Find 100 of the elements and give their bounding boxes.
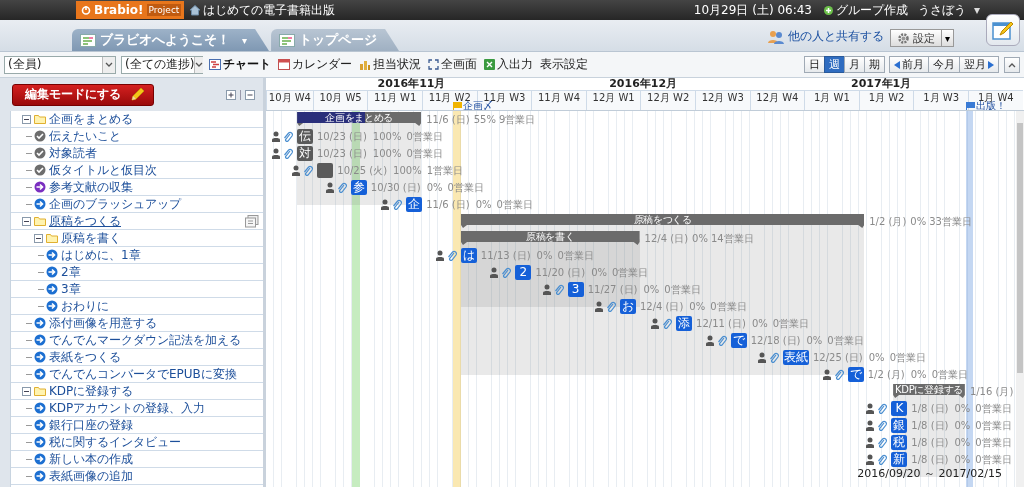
settings-dropdown-button[interactable]: ▾ [942, 29, 954, 47]
view-link[interactable]: チャート [208, 55, 272, 74]
week-label: 11月 W4 [531, 90, 586, 110]
view-link[interactable]: 表示設定 [539, 55, 589, 74]
task-marker[interactable]: K [891, 401, 908, 416]
collapse-icon[interactable] [22, 216, 31, 226]
due-date: 1/8 (日) [911, 435, 949, 450]
share-link[interactable]: 他の人と共有する [767, 28, 884, 45]
due-date: 11/27 (日) [587, 282, 638, 297]
edit-mode-button[interactable]: 編集モードにする [12, 83, 154, 106]
arrow-circle-icon [34, 470, 46, 482]
power-icon [81, 5, 91, 15]
task-name[interactable]: 3章 [61, 280, 81, 298]
task-name[interactable]: 添付画像を用意する [49, 314, 157, 332]
user-menu[interactable]: うさぼう [917, 1, 966, 19]
month-nav-button[interactable]: 今月 [928, 56, 960, 73]
task-name[interactable]: でんでんマークダウン記法を加える [49, 331, 241, 349]
task-name[interactable]: 仮タイトルと仮目次 [49, 161, 157, 179]
view-link[interactable]: 入出力 [483, 55, 534, 74]
task-name[interactable]: 新しい本の作成 [49, 450, 133, 468]
paperclip-icon [877, 403, 888, 414]
paperclip-icon [446, 250, 457, 261]
summary-bar[interactable]: 原稿をつくる [461, 214, 865, 228]
scale-button[interactable]: 期 [864, 56, 885, 73]
task-marker[interactable]: 参 [350, 180, 367, 195]
task-marker[interactable]: で [847, 367, 864, 382]
filter-dropdown[interactable]: (全員) [4, 55, 116, 74]
scale-button[interactable]: 月 [844, 56, 865, 73]
logo-subtext: Project [146, 4, 182, 16]
due-date: 10/25 (火) [337, 163, 388, 178]
task-marker[interactable]: お [619, 299, 636, 314]
week-label: 12月 W4 [749, 90, 805, 110]
progress-percent: 100% [393, 165, 422, 176]
task-name[interactable]: 参考文献の収集 [49, 178, 133, 196]
task-marker[interactable]: 新 [891, 452, 908, 467]
workdays: 0営業日 [975, 418, 1012, 433]
due-date: 12/11 (日) [696, 316, 746, 331]
summary-bar[interactable]: 原稿を書く [461, 231, 640, 245]
summary-bar[interactable]: KDPに登録する [893, 384, 965, 398]
task-marker[interactable]: 添 [676, 316, 693, 331]
task-marker[interactable]: は [460, 248, 477, 263]
scale-button[interactable]: 日 [804, 56, 825, 73]
due-date: 11/13 (日) [480, 248, 531, 263]
task-marker[interactable] [317, 163, 334, 178]
collapse-icon[interactable] [22, 386, 31, 396]
task-name[interactable]: 表紙をつくる [49, 348, 121, 366]
due-date: 1/2 (月) [867, 367, 905, 382]
arrow-circle-icon [34, 419, 46, 431]
task-marker[interactable]: 伝 [297, 129, 313, 144]
task-name[interactable]: おわりに [61, 297, 109, 315]
group-name[interactable]: KDPに登録する [49, 382, 134, 400]
progress-percent: 0% [536, 250, 553, 261]
view-link[interactable]: 担当状況 [358, 55, 422, 74]
view-link[interactable]: 全画面 [427, 55, 478, 74]
expand-all-icon[interactable] [226, 89, 236, 100]
task-name[interactable]: 2章 [61, 263, 81, 281]
collapse-icon[interactable] [22, 114, 31, 124]
task-marker[interactable]: 2 [515, 265, 532, 280]
settings-button[interactable]: 設定 [890, 29, 942, 47]
project-link[interactable]: はじめての電子書籍出版 [189, 1, 336, 19]
scale-button[interactable]: 週 [824, 56, 845, 73]
task-name[interactable]: 対象読者 [49, 144, 97, 162]
task-name[interactable]: 税に関するインタビュー [49, 433, 181, 451]
collapse-icon[interactable] [34, 233, 43, 243]
workdays: 0営業日 [612, 265, 649, 280]
task-marker[interactable]: 税 [891, 435, 908, 450]
view-link[interactable]: カレンダー [277, 55, 353, 74]
task-name[interactable]: はじめに、1章 [61, 246, 141, 264]
task-marker[interactable]: 3 [567, 282, 584, 297]
caret-icon[interactable]: ▾ [973, 3, 980, 17]
task-name[interactable]: 表紙画像の追加 [49, 467, 133, 485]
progress-percent: 100% [372, 148, 402, 159]
filter-dropdown[interactable]: (全ての進捗) [121, 55, 203, 74]
group-name[interactable]: 企画をまとめる [49, 110, 133, 128]
task-marker[interactable]: 企 [406, 197, 423, 212]
task-name[interactable]: 伝えたいこと [49, 127, 121, 145]
task-marker[interactable]: 銀 [891, 418, 908, 433]
group-name[interactable]: 原稿を書く [61, 229, 121, 247]
task-marker[interactable]: で [730, 333, 747, 348]
task-name[interactable]: KDPアカウントの登録、入力 [49, 399, 206, 417]
folder-icon [34, 216, 46, 226]
summary-bar[interactable]: 企画をまとめる [297, 112, 422, 126]
comment-icon[interactable] [245, 214, 259, 228]
paperclip-icon [716, 335, 727, 346]
month-nav-button[interactable]: 翌月 [959, 56, 999, 73]
collapse-button[interactable] [1004, 56, 1020, 73]
task-name[interactable]: 企画のブラッシュアップ [49, 195, 181, 213]
create-group-link[interactable]: グループ作成 [823, 1, 908, 19]
notepad-button[interactable] [986, 14, 1020, 46]
task-name[interactable]: でんでんコンバータでEPUBに変換 [49, 365, 237, 383]
workdays: 14営業日 [710, 231, 754, 246]
workdays: 0営業日 [557, 248, 594, 263]
scrollbar[interactable] [1016, 111, 1024, 487]
task-marker[interactable]: 対 [297, 146, 313, 161]
task-name[interactable]: 銀行口座の登録 [49, 416, 133, 434]
task-marker[interactable]: 表紙 [782, 350, 809, 365]
collapse-all-icon[interactable] [245, 89, 255, 100]
group-name[interactable]: 原稿をつくる [49, 212, 121, 230]
plus-icon [823, 5, 833, 15]
month-nav-button[interactable]: 前月 [889, 56, 929, 73]
